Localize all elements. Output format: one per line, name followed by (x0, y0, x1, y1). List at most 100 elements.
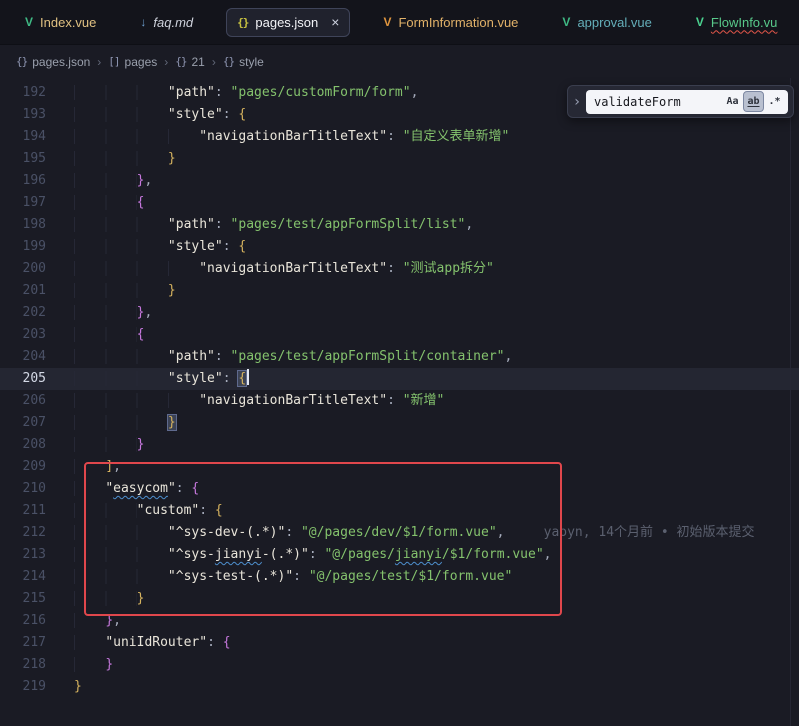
breadcrumb-item-pages[interactable]: []pages (108, 55, 157, 69)
find-query[interactable]: validateForm (594, 95, 721, 109)
code-line-195[interactable]: 195 } (0, 148, 799, 170)
code-token (74, 481, 105, 496)
code-token: ] (105, 459, 113, 474)
code-text: { (74, 192, 144, 214)
code-line-212[interactable]: 212 "^sys-dev-(.*)": "@/pages/dev/$1/for… (0, 522, 799, 544)
tab-flowinfo-vu[interactable]: VFlowInfo.vu (685, 8, 789, 37)
code-line-210[interactable]: 210 "easycom": { (0, 478, 799, 500)
code-line-200[interactable]: 200 "navigationBarTitleText": "测试app拆分" (0, 258, 799, 280)
code-line-207[interactable]: 207 } (0, 412, 799, 434)
code-token (74, 657, 105, 672)
code-line-198[interactable]: 198 "path": "pages/test/appFormSplit/lis… (0, 214, 799, 236)
code-token: "测试app拆分" (403, 261, 494, 276)
code-token (74, 415, 168, 430)
code-text: ], (74, 456, 121, 478)
code-text: } (74, 588, 144, 610)
object-icon: {} (175, 55, 186, 68)
code-line-197[interactable]: 197 { (0, 192, 799, 214)
vue-icon: V (562, 16, 570, 28)
code-token (74, 261, 199, 276)
breadcrumb-item-pages.json[interactable]: {}pages.json (16, 55, 90, 69)
code-line-202[interactable]: 202 }, (0, 302, 799, 324)
line-number: 200 (0, 258, 46, 280)
code-line-214[interactable]: 214 "^sys-test-(.*)": "@/pages/test/$1/f… (0, 566, 799, 588)
toggle-replace-chevron-icon[interactable]: › (568, 94, 586, 110)
code-token: " (105, 481, 113, 496)
code-line-217[interactable]: 217 "uniIdRouter": { (0, 632, 799, 654)
breadcrumb-separator: › (212, 55, 216, 69)
code-line-204[interactable]: 204 "path": "pages/test/appFormSplit/con… (0, 346, 799, 368)
code-text: "style": { (74, 368, 249, 390)
code-line-201[interactable]: 201 } (0, 280, 799, 302)
tab-forminformation-vue[interactable]: VFormInformation.vue (372, 8, 529, 37)
editor: 192 "path": "pages/customForm/form",193 … (0, 78, 799, 726)
code-text: } (74, 280, 176, 302)
code-token: jianyi (395, 547, 442, 562)
code-lines: 192 "path": "pages/customForm/form",193 … (0, 82, 799, 698)
code-token (74, 173, 137, 188)
code-token (74, 305, 137, 320)
code-token: : (207, 635, 223, 650)
code-token: easycom (113, 481, 168, 496)
find-input[interactable]: validateForm Aaab.* (586, 90, 788, 114)
breadcrumb-item-style[interactable]: {}style (223, 55, 264, 69)
code-token: : (387, 393, 403, 408)
code-token: "navigationBarTitleText" (199, 129, 387, 144)
code-token: /$1/form.vue" (442, 547, 544, 562)
code-line-206[interactable]: 206 "navigationBarTitleText": "新增" (0, 390, 799, 412)
code-text: "navigationBarTitleText": "自定义表单新增" (74, 126, 509, 148)
code-token (74, 613, 105, 628)
code-token: , (144, 173, 152, 188)
code-line-203[interactable]: 203 { (0, 324, 799, 346)
code-token: { (238, 239, 246, 254)
code-token: "@/pages/dev/$1/form.vue" (301, 525, 497, 540)
regex-button[interactable]: .* (765, 92, 784, 111)
code-line-205[interactable]: 205 "style": { (0, 368, 799, 390)
whole-word-button[interactable]: ab (744, 92, 763, 111)
code-token (74, 327, 137, 342)
close-icon[interactable]: × (331, 15, 339, 29)
code-line-215[interactable]: 215 } (0, 588, 799, 610)
code-token: -(.*)" (262, 547, 309, 562)
code-token: , (411, 85, 419, 100)
match-case-button[interactable]: Aa (723, 92, 742, 111)
code-line-216[interactable]: 216 }, (0, 610, 799, 632)
code-token: } (137, 437, 145, 452)
code-text: "style": { (74, 236, 246, 258)
code-text: "path": "pages/test/appFormSplit/list", (74, 214, 473, 236)
breadcrumb-label: style (239, 55, 264, 69)
code-token: , (113, 613, 121, 628)
code-line-211[interactable]: 211 "custom": { (0, 500, 799, 522)
tab-faq-md[interactable]: ↓faq.md (129, 8, 204, 37)
code-text: } (74, 148, 176, 170)
line-number: 218 (0, 654, 46, 676)
code-token: : (176, 481, 192, 496)
code-line-208[interactable]: 208 } (0, 434, 799, 456)
line-number: 202 (0, 302, 46, 324)
code-line-196[interactable]: 196 }, (0, 170, 799, 192)
code-text: }, (74, 610, 121, 632)
scrollbar[interactable] (790, 78, 791, 726)
tab-index-vue[interactable]: VIndex.vue (14, 8, 107, 37)
breadcrumb-item-21[interactable]: {}21 (175, 55, 205, 69)
code-line-219[interactable]: 219} (0, 676, 799, 698)
code-token: , (465, 217, 473, 232)
code-line-218[interactable]: 218 } (0, 654, 799, 676)
code-line-194[interactable]: 194 "navigationBarTitleText": "自定义表单新增" (0, 126, 799, 148)
code-token: : (223, 371, 239, 386)
code-line-213[interactable]: 213 "^sys-jianyi-(.*)": "@/pages/jianyi/… (0, 544, 799, 566)
code-token (74, 459, 105, 474)
code-token (74, 283, 168, 298)
tab-approval-vue[interactable]: Vapproval.vue (551, 8, 662, 37)
code-token: "navigationBarTitleText" (199, 393, 387, 408)
find-options: Aaab.* (723, 92, 784, 111)
line-number: 209 (0, 456, 46, 478)
line-number: 212 (0, 522, 46, 544)
code-token: { (238, 107, 246, 122)
find-widget: › validateForm Aaab.* (567, 85, 794, 118)
tab-pages-json[interactable]: {}pages.json× (226, 8, 350, 37)
line-number: 211 (0, 500, 46, 522)
code-line-209[interactable]: 209 ], (0, 456, 799, 478)
code-line-199[interactable]: 199 "style": { (0, 236, 799, 258)
code-token (74, 349, 168, 364)
